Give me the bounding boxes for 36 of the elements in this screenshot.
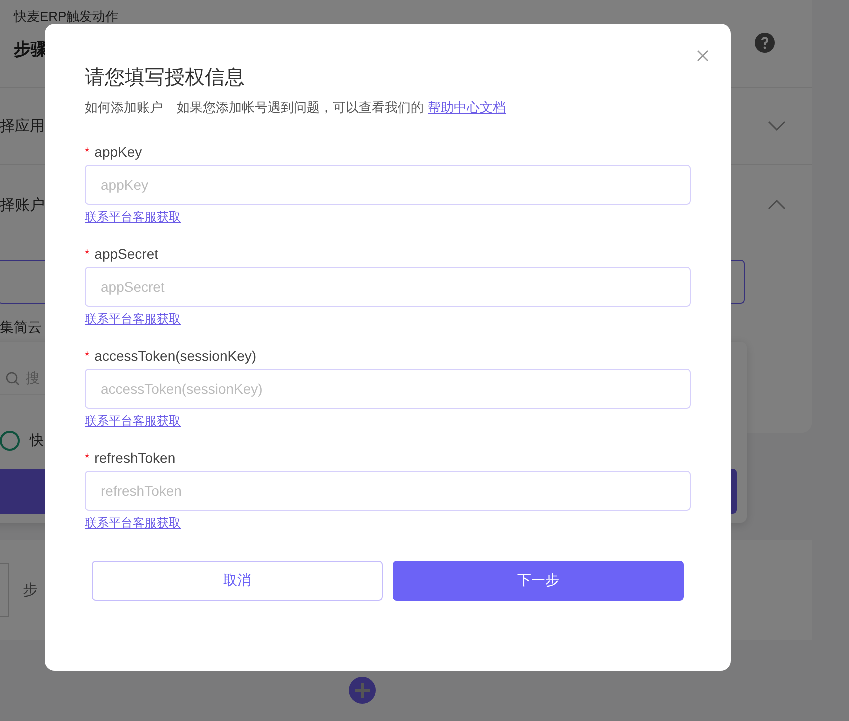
input-field[interactable]: appSecret (85, 267, 691, 307)
page-title: 快麦ERP触发动作 (14, 8, 119, 26)
step-title: 步 (23, 580, 38, 600)
add-icon[interactable] (349, 677, 376, 704)
help-text: 如果您添加帐号遇到问题，可以查看我们的 (177, 99, 424, 117)
input-field[interactable]: appKey (85, 165, 691, 205)
dialog-title: 请您填写授权信息 (85, 66, 246, 91)
next-button[interactable]: 下一步 (393, 561, 684, 601)
close-button[interactable] (695, 48, 711, 64)
field-label: appKey (94, 144, 142, 160)
field-label: appSecret (94, 246, 158, 262)
search-icon (6, 372, 20, 386)
section-title: 择账户 (0, 196, 45, 214)
cancel-button[interactable]: 取消 (92, 561, 383, 601)
input-field[interactable]: accessToken(sessionKey) (85, 369, 691, 409)
hint-link[interactable]: 联系平台客服获取 (85, 210, 181, 224)
help-link[interactable]: 帮助中心文档 (428, 99, 506, 117)
hint-link[interactable]: 联系平台客服获取 (85, 312, 181, 326)
field-label: accessToken(sessionKey) (94, 348, 257, 364)
how-to-text: 如何添加账户 (85, 99, 163, 117)
chevron-up-icon[interactable] (768, 200, 786, 210)
required-mark: * (85, 349, 90, 363)
chevron-down-icon[interactable] (768, 121, 786, 131)
required-mark: * (85, 247, 90, 261)
required-mark: * (85, 451, 90, 465)
account-name: 快 (30, 432, 44, 450)
hint-link[interactable]: 联系平台客服获取 (85, 414, 181, 428)
hint-link[interactable]: 联系平台客服获取 (85, 516, 181, 530)
required-mark: * (85, 145, 90, 159)
radio[interactable] (0, 431, 20, 451)
step-box (0, 563, 9, 617)
help-icon[interactable] (755, 33, 775, 53)
input-field[interactable]: refreshToken (85, 471, 691, 511)
app-name: 集简云 (0, 319, 42, 337)
field-label: refreshToken (94, 450, 176, 466)
section-title: 择应用 (0, 116, 45, 136)
